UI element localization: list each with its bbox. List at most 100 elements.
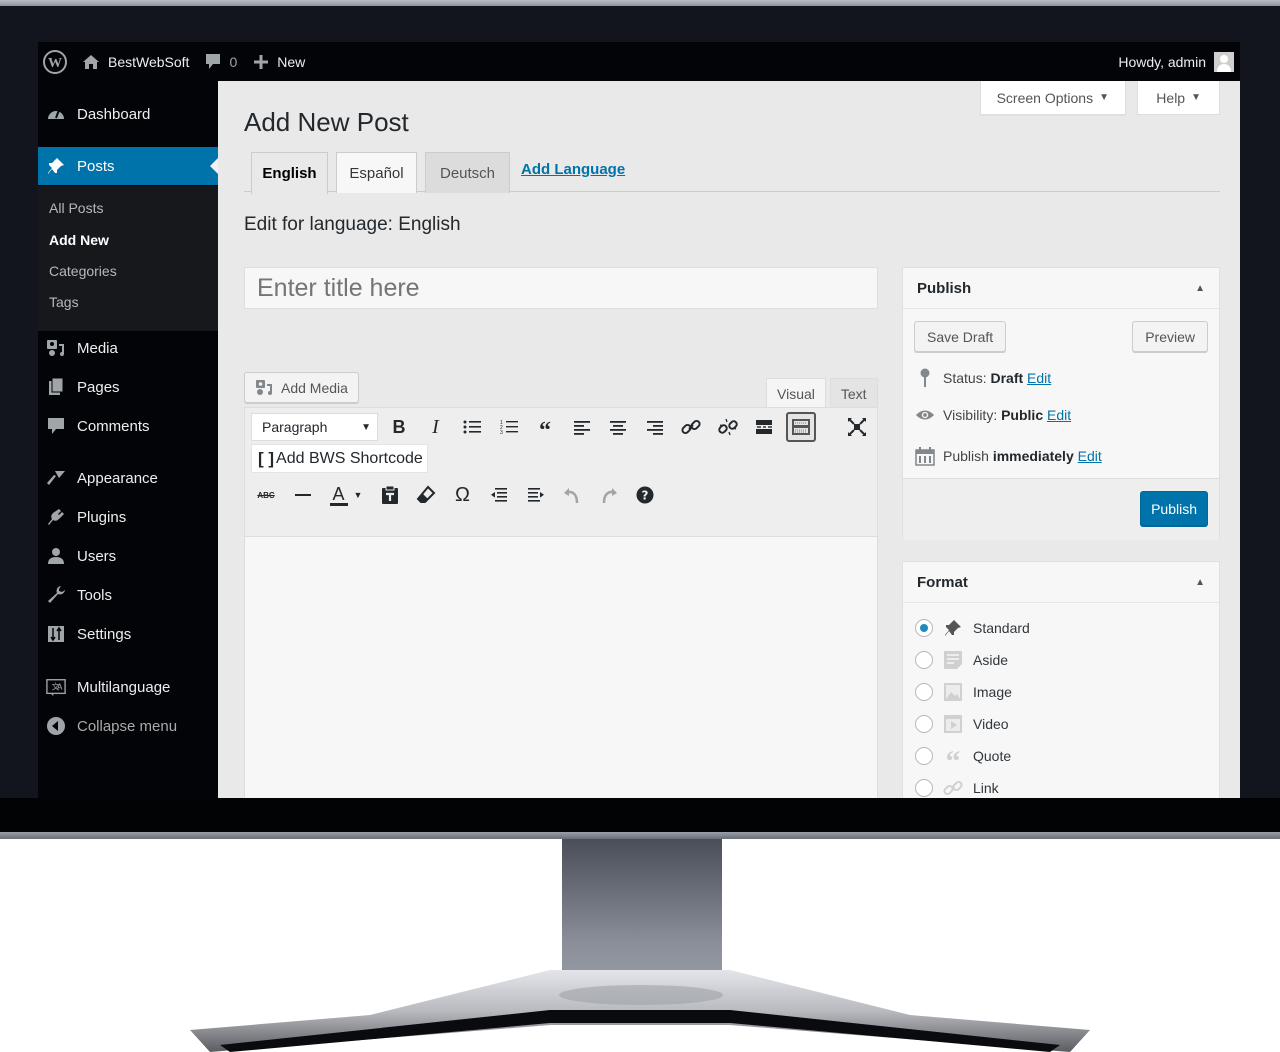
format-radio[interactable] xyxy=(915,779,933,797)
sidebar-item-settings[interactable]: Settings xyxy=(38,617,218,651)
media-icon xyxy=(256,379,272,395)
italic-icon: I xyxy=(432,415,439,438)
user-icon xyxy=(46,546,66,566)
edit-visibility-link[interactable]: Edit xyxy=(1047,407,1071,423)
align-left-button[interactable] xyxy=(567,412,597,442)
sidebar-item-appearance[interactable]: Appearance xyxy=(38,461,218,495)
my-account-link[interactable]: Howdy, admin xyxy=(1118,42,1234,81)
unlink-icon xyxy=(717,418,738,436)
publish-box-title: Publish xyxy=(917,279,972,297)
paste-as-text-button[interactable] xyxy=(375,480,405,510)
clear-formatting-button[interactable] xyxy=(411,480,441,510)
tab-deutsch[interactable]: Deutsch xyxy=(425,152,510,193)
kitchen-sink-icon xyxy=(791,419,810,435)
new-content-link[interactable]: New xyxy=(245,42,313,81)
format-option-label: Link xyxy=(973,780,999,796)
add-language-link[interactable]: Add Language xyxy=(521,161,625,178)
horizontal-line-button[interactable] xyxy=(288,480,318,510)
sidebar-item-posts[interactable]: Posts xyxy=(38,147,218,185)
increase-indent-button[interactable] xyxy=(521,480,551,510)
save-draft-button[interactable]: Save Draft xyxy=(914,321,1007,352)
align-left-icon xyxy=(573,421,590,435)
format-option-quote[interactable]: “ Quote xyxy=(915,746,1011,777)
numbered-list-button[interactable]: 123 xyxy=(494,412,524,442)
fullscreen-button[interactable] xyxy=(842,412,872,442)
sidebar-item-media[interactable]: Media xyxy=(38,331,218,365)
omega-icon: Ω xyxy=(455,483,470,506)
sidebar-item-label: Settings xyxy=(77,625,132,643)
format-option-standard[interactable]: Standard xyxy=(915,618,1030,638)
tab-text[interactable]: Text xyxy=(829,378,878,408)
format-box-header[interactable]: Format ▲ xyxy=(903,562,1219,603)
format-option-image[interactable]: Image xyxy=(915,682,1012,702)
italic-button[interactable]: I xyxy=(421,412,451,442)
undo-icon xyxy=(564,488,579,504)
format-radio[interactable] xyxy=(915,683,933,701)
sidebar-item-label: Dashboard xyxy=(77,105,151,123)
edit-publish-time-link[interactable]: Edit xyxy=(1078,448,1102,464)
preview-button[interactable]: Preview xyxy=(1132,321,1208,352)
decrease-indent-button[interactable] xyxy=(484,480,514,510)
tab-espanol[interactable]: Español xyxy=(336,152,417,193)
keyboard-shortcuts-button[interactable]: ? xyxy=(630,480,660,510)
bulleted-list-button[interactable] xyxy=(457,412,487,442)
edit-status-link[interactable]: Edit xyxy=(1027,370,1051,386)
undo-button[interactable] xyxy=(557,480,587,510)
toolbar-toggle-button[interactable] xyxy=(785,412,816,442)
sidebar-item-pages[interactable]: Pages xyxy=(38,370,218,404)
add-media-button[interactable]: Add Media xyxy=(244,372,359,403)
publish-button[interactable]: Publish xyxy=(1140,491,1208,526)
blockquote-button[interactable]: “ xyxy=(530,412,560,443)
align-center-button[interactable] xyxy=(603,412,633,442)
editor-content-area[interactable] xyxy=(245,536,877,798)
wp-logo-button[interactable]: W xyxy=(38,42,74,81)
submenu-tags[interactable]: Tags xyxy=(49,294,79,310)
format-option-video[interactable]: Video xyxy=(915,714,1009,734)
redo-button[interactable] xyxy=(594,480,624,510)
publish-box-header[interactable]: Publish ▲ xyxy=(903,268,1219,309)
format-radio[interactable] xyxy=(915,715,933,733)
screen: W BestWebSoft 0 New Howdy, admin Dashboa… xyxy=(38,42,1240,798)
media-icon xyxy=(46,338,66,358)
sidebar-item-users[interactable]: Users xyxy=(38,539,218,573)
submenu-categories[interactable]: Categories xyxy=(49,263,117,279)
bulleted-list-icon xyxy=(463,420,481,434)
edit-for-language-heading: Edit for language: English xyxy=(244,214,461,235)
tab-english[interactable]: English xyxy=(251,152,328,194)
insert-link-button[interactable] xyxy=(676,412,706,442)
collapse-arrow-icon[interactable]: ▲ xyxy=(1195,283,1205,294)
comments-count: 0 xyxy=(229,53,238,70)
align-right-button[interactable] xyxy=(640,412,670,442)
comments-link[interactable]: 0 xyxy=(197,42,245,81)
format-option-link[interactable]: Link xyxy=(915,778,999,798)
tab-visual[interactable]: Visual xyxy=(766,378,826,408)
sidebar-item-comments[interactable]: Comments xyxy=(38,409,218,443)
text-color-button[interactable]: A ▼ xyxy=(324,480,368,510)
link-icon xyxy=(681,419,701,435)
submenu-add-new[interactable]: Add New xyxy=(49,232,109,248)
help-button[interactable]: Help ▼ xyxy=(1137,81,1220,115)
add-bws-shortcode-button[interactable]: [ ] Add BWS Shortcode xyxy=(251,444,428,473)
collapse-menu-button[interactable]: Collapse menu xyxy=(38,709,218,743)
site-name-link[interactable]: BestWebSoft xyxy=(74,42,197,81)
publish-time-row: Publish immediately Edit xyxy=(915,446,1102,466)
format-option-aside[interactable]: Aside xyxy=(915,650,1008,670)
post-title-input[interactable] xyxy=(244,267,878,309)
remove-link-button[interactable] xyxy=(713,412,743,442)
wordpress-icon: W xyxy=(43,49,67,74)
screen-options-button[interactable]: Screen Options ▼ xyxy=(979,81,1126,115)
format-radio[interactable] xyxy=(915,747,933,765)
collapse-arrow-icon[interactable]: ▲ xyxy=(1195,577,1205,588)
bold-button[interactable]: B xyxy=(384,412,414,442)
read-more-button[interactable] xyxy=(749,412,779,442)
strikethrough-button[interactable]: ABC xyxy=(251,480,281,510)
format-radio[interactable] xyxy=(915,651,933,669)
sidebar-item-tools[interactable]: Tools xyxy=(38,578,218,612)
sidebar-item-plugins[interactable]: Plugins xyxy=(38,500,218,534)
sidebar-item-dashboard[interactable]: Dashboard xyxy=(38,97,218,131)
submenu-all-posts[interactable]: All Posts xyxy=(49,200,103,216)
format-select[interactable]: Paragraph ▼ xyxy=(251,413,378,441)
special-character-button[interactable]: Ω xyxy=(448,480,478,510)
format-radio[interactable] xyxy=(915,619,933,637)
sidebar-item-multilanguage[interactable]: 文A Multilanguage xyxy=(38,670,218,704)
